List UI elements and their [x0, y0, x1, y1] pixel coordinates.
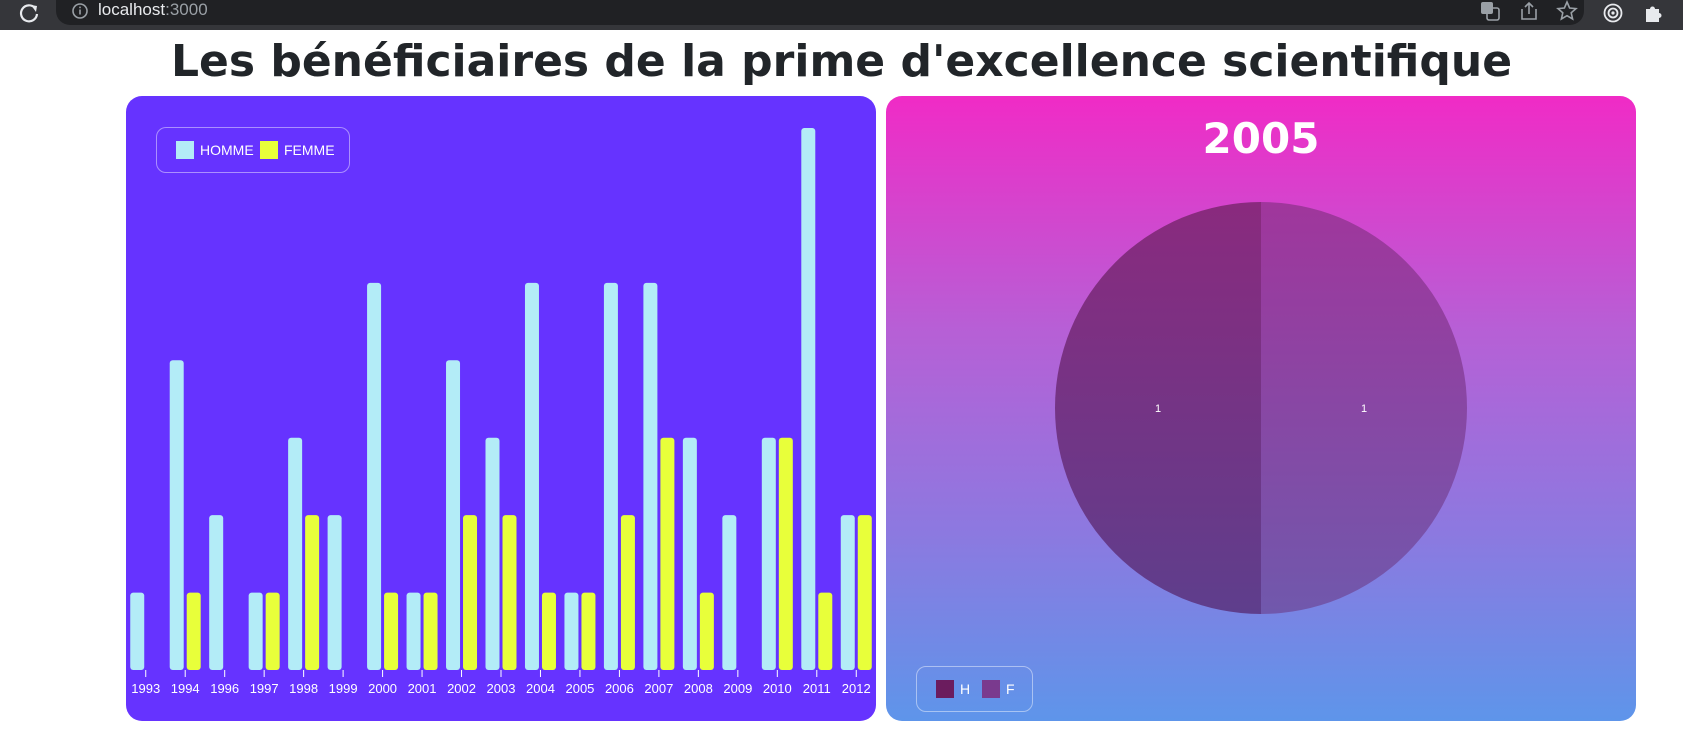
bar-femme-2000[interactable]: [384, 592, 399, 670]
info-icon[interactable]: [71, 2, 89, 20]
legend-label-homme: HOMME: [200, 142, 254, 158]
bar-chart-panel: 1993 1994 1996 1997 1998 1999 2000 2001 2002 2003…: [126, 96, 876, 721]
pie-chart: 11: [1055, 202, 1467, 614]
legend-label-h: H: [960, 681, 971, 697]
puzzle-extensions-icon[interactable]: [1642, 2, 1664, 24]
bar-femme-2001[interactable]: [423, 592, 438, 670]
x-tick-label-2000: 2000: [368, 681, 397, 696]
legend-swatch-femme: [260, 141, 278, 159]
x-tick-label-1996: 1996: [210, 681, 239, 696]
extension-target-icon[interactable]: [1602, 2, 1624, 24]
bar-femme-1997[interactable]: [265, 592, 280, 670]
bar-femme-2004[interactable]: [541, 592, 556, 670]
pie-chart-legend: H F: [916, 666, 1033, 712]
url-text: localhost:3000: [98, 0, 208, 20]
x-tick-label-2012: 2012: [842, 681, 871, 696]
bar-homme-2005[interactable]: [564, 592, 579, 670]
bar-homme-2011[interactable]: [801, 128, 816, 670]
bar-femme-2011[interactable]: [818, 592, 833, 670]
browser-toolbar: localhost:3000: [0, 0, 1683, 30]
bar-homme-2012[interactable]: [840, 515, 855, 670]
x-tick-label-2010: 2010: [763, 681, 792, 696]
bar-chart-legend: HOMME FEMME: [156, 127, 350, 173]
bar-homme-1993[interactable]: [130, 592, 145, 670]
x-tick-label-2005: 2005: [565, 681, 594, 696]
x-tick-label-2007: 2007: [644, 681, 673, 696]
share-icon[interactable]: [1518, 0, 1540, 22]
bar-homme-2000[interactable]: [367, 282, 382, 670]
bar-femme-2006[interactable]: [620, 515, 635, 670]
bar-femme-2002[interactable]: [463, 515, 478, 670]
x-tick-label-1999: 1999: [329, 681, 358, 696]
bar-femme-2012[interactable]: [857, 515, 872, 670]
legend-swatch-homme: [176, 141, 194, 159]
bar-homme-2007[interactable]: [643, 282, 658, 670]
address-bar[interactable]: localhost:3000: [56, 0, 1584, 25]
bar-homme-2001[interactable]: [406, 592, 421, 670]
bar-homme-2009[interactable]: [722, 515, 737, 670]
pie-label-f: 1: [1361, 403, 1367, 415]
bar-homme-1997[interactable]: [248, 592, 263, 670]
url-port: :3000: [165, 0, 208, 19]
bar-homme-1994[interactable]: [169, 360, 184, 670]
x-tick-label-2004: 2004: [526, 681, 555, 696]
reload-icon[interactable]: [18, 2, 40, 24]
x-tick-label-2002: 2002: [447, 681, 476, 696]
page-title: Les bénéficiaires de la prime d'excellen…: [170, 36, 1513, 87]
x-tick-label-2001: 2001: [408, 681, 437, 696]
bar-homme-1999[interactable]: [327, 515, 342, 670]
bar-homme-2006[interactable]: [603, 282, 618, 670]
x-tick-label-2011: 2011: [803, 681, 831, 696]
x-tick-label-2006: 2006: [605, 681, 634, 696]
legend-swatch-h: [936, 680, 954, 698]
bar-femme-2003[interactable]: [502, 515, 517, 670]
x-tick-label-2009: 2009: [723, 681, 752, 696]
url-host: localhost: [98, 0, 166, 19]
bookmark-star-icon[interactable]: [1556, 0, 1578, 22]
legend-swatch-f: [982, 680, 1000, 698]
bar-homme-2010[interactable]: [761, 437, 776, 670]
bar-femme-2008[interactable]: [699, 592, 714, 670]
bar-femme-1998[interactable]: [305, 515, 320, 670]
bar-homme-1998[interactable]: [288, 437, 303, 670]
x-tick-label-2008: 2008: [684, 681, 713, 696]
pie-chart-panel: 2005 11 H F: [886, 96, 1636, 721]
bar-femme-2007[interactable]: [660, 437, 675, 670]
x-tick-label-1998: 1998: [289, 681, 318, 696]
bar-chart: 1993 1994 1996 1997 1998 1999 2000 2001 2002 2003…: [130, 128, 872, 696]
x-tick-label-1997: 1997: [250, 681, 279, 696]
pie-label-h: 1: [1155, 403, 1161, 415]
bar-femme-1994[interactable]: [186, 592, 201, 670]
bar-femme-2005[interactable]: [581, 592, 596, 670]
translate-icon[interactable]: [1479, 0, 1501, 22]
bar-homme-2002[interactable]: [446, 360, 461, 670]
bar-femme-2010[interactable]: [778, 437, 793, 670]
bar-homme-2003[interactable]: [485, 437, 500, 670]
legend-label-f: F: [1006, 681, 1015, 697]
x-tick-label-1994: 1994: [171, 681, 200, 696]
legend-label-femme: FEMME: [284, 142, 335, 158]
x-tick-label-1993: 1993: [131, 681, 160, 696]
bar-homme-2004[interactable]: [524, 282, 539, 670]
x-tick-label-2003: 2003: [487, 681, 516, 696]
bar-homme-1996[interactable]: [209, 515, 224, 670]
bar-homme-2008[interactable]: [682, 437, 697, 670]
